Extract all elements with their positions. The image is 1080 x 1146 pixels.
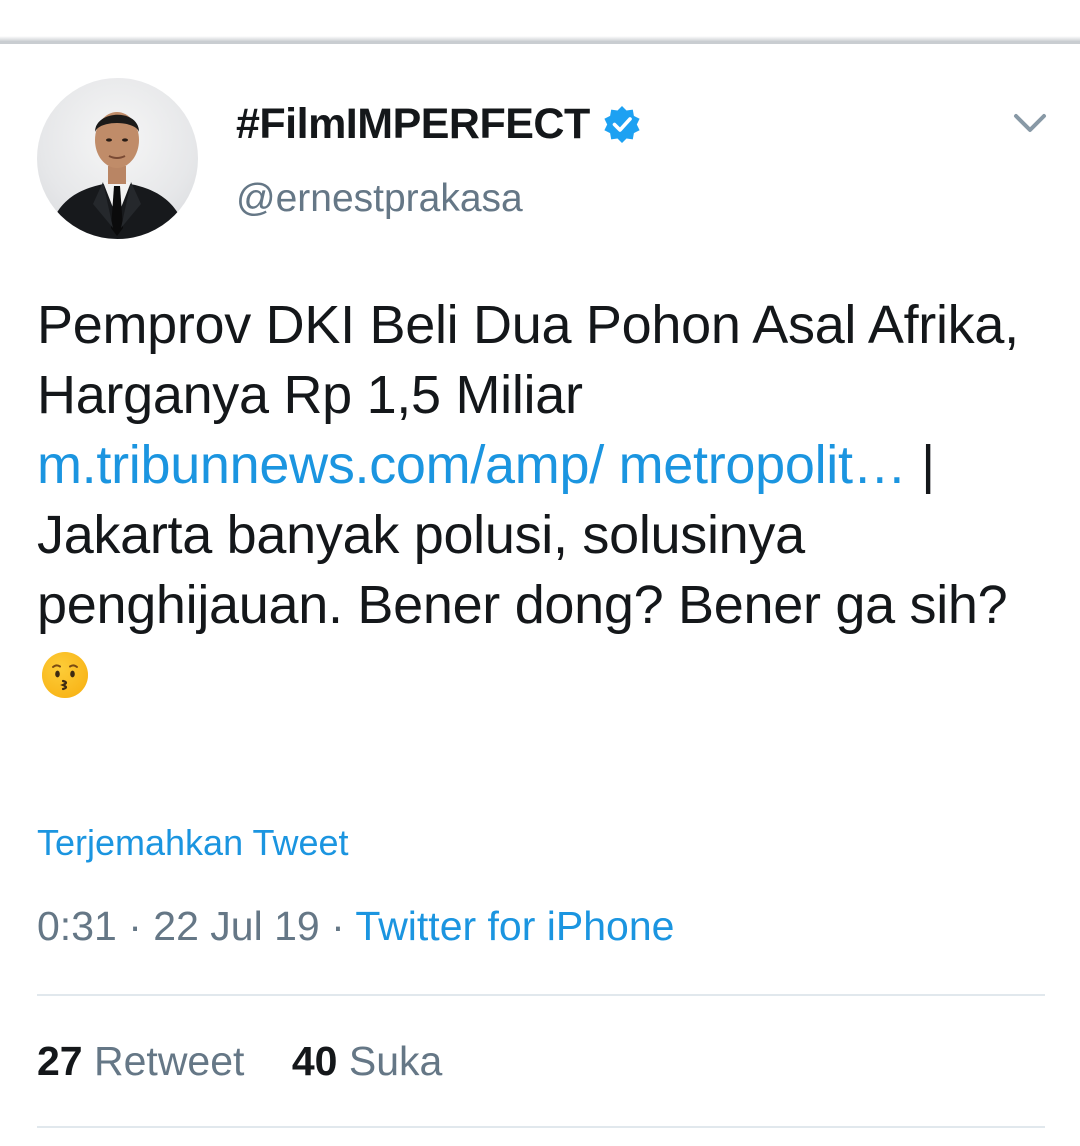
avatar[interactable]: [37, 78, 198, 239]
retweets-stat[interactable]: 27 Retweet: [37, 1038, 244, 1085]
tweet-time: 0:31: [37, 903, 117, 949]
user-handle[interactable]: @ernestprakasa: [236, 177, 523, 221]
likes-stat[interactable]: 40 Suka: [292, 1038, 442, 1085]
divider: [37, 994, 1045, 996]
tweet-date: 22 Jul 19: [153, 903, 320, 949]
tweet-text: Pemprov DKI Beli Dua Pohon Asal Afrika, …: [37, 290, 1047, 710]
divider: [37, 1126, 1045, 1128]
likes-label: Suka: [348, 1038, 443, 1084]
tweet-link[interactable]: m.tribunnews.com/amp/ metropolit…: [37, 435, 907, 495]
author-name-row[interactable]: #FilmIMPERFECT: [236, 98, 642, 150]
tweet-text-part1: Pemprov DKI Beli Dua Pohon Asal Afrika, …: [37, 295, 1019, 425]
kissing-face-emoji: [42, 652, 88, 698]
top-divider: [0, 0, 1080, 44]
chevron-down-icon[interactable]: [1008, 106, 1052, 142]
tweet-source[interactable]: Twitter for iPhone: [355, 903, 674, 949]
meta-separator: ·: [331, 903, 345, 949]
retweets-count: 27: [37, 1038, 83, 1084]
engagement-stats: 27 Retweet 40 Suka: [37, 1038, 478, 1085]
tweet-meta: 0:31 · 22 Jul 19 · Twitter for iPhone: [37, 903, 674, 950]
retweets-label: Retweet: [94, 1038, 245, 1084]
likes-count: 40: [291, 1038, 338, 1084]
display-name[interactable]: #FilmIMPERFECT: [236, 100, 590, 149]
verified-badge-icon: [604, 106, 640, 143]
meta-separator: ·: [128, 903, 142, 949]
translate-tweet-link[interactable]: Terjemahkan Tweet: [37, 822, 349, 864]
